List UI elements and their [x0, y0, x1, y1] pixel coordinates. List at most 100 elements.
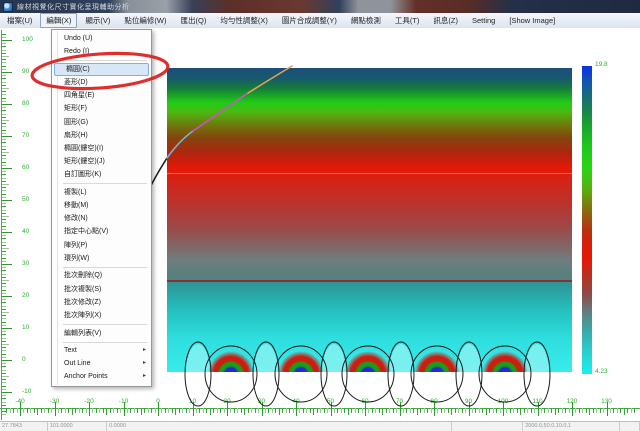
ruler-tick — [2, 306, 6, 307]
ruler-tick — [303, 408, 304, 413]
ruler-tick — [2, 216, 9, 217]
narrow-ellipse-fill — [322, 344, 346, 372]
menubar-item[interactable]: 檔案(U) — [1, 13, 38, 28]
menu-item[interactable]: Anchor Points▸ — [53, 370, 150, 383]
menubar-item[interactable]: Setting — [466, 14, 501, 27]
menu-item[interactable]: 橢圓(C) — [54, 63, 149, 76]
ruler-tick — [2, 75, 6, 76]
narrow-ellipse-fill — [525, 344, 549, 372]
ruler-label: 20 — [223, 398, 230, 405]
menu-item[interactable]: 批次刪除(Q) — [53, 269, 150, 282]
menu-item[interactable]: 扇形(H) — [53, 129, 150, 142]
menu-item[interactable]: 移動(M) — [53, 199, 150, 212]
menubar-item[interactable]: 顯示(V) — [79, 13, 116, 28]
menu-item-label: 自訂圖形(K) — [64, 171, 101, 178]
menu-item-label: 橢圓(鏤空)(I) — [64, 145, 103, 152]
menu-item[interactable]: Redo (I) — [53, 45, 150, 58]
menu-item[interactable]: 自訂圖形(K) — [53, 168, 150, 181]
menu-item[interactable]: 批次修改(Z) — [53, 296, 150, 309]
menu-item[interactable]: 橢圓(鏤空)(I) — [53, 142, 150, 155]
ruler-label: 90 — [22, 68, 29, 75]
ruler-tick — [44, 408, 45, 413]
ruler-tick — [2, 318, 6, 319]
menubar-item[interactable]: 網點檢測 — [345, 13, 387, 28]
menubar-item[interactable]: 點位編修(W) — [118, 13, 172, 28]
ruler-tick — [13, 408, 14, 413]
ruler-tick — [165, 408, 166, 413]
ruler-tick — [2, 309, 6, 310]
menu-item[interactable]: 批次複製(S) — [53, 283, 150, 296]
ruler-tick — [2, 280, 9, 281]
ruler-tick — [489, 408, 490, 413]
ruler-tick — [2, 162, 6, 163]
ruler-tick — [2, 334, 6, 335]
colorbar-max-label: 19.8 — [595, 61, 608, 68]
menu-item[interactable]: 複製(L) — [53, 186, 150, 199]
ruler-label: 40 — [292, 398, 299, 405]
ruler-tick — [282, 408, 283, 413]
narrow-ellipse-fill — [389, 344, 413, 372]
ruler-tick — [562, 408, 563, 413]
menubar-item[interactable]: 編輯(X) — [40, 13, 77, 28]
ruler-tick — [2, 120, 9, 121]
menu-item[interactable]: 圓形(G) — [53, 116, 150, 129]
ruler-tick — [2, 194, 6, 195]
ruler-tick — [2, 251, 6, 252]
menubar-item[interactable]: 工具(T) — [389, 13, 426, 28]
ruler-tick — [569, 408, 570, 413]
ruler-tick — [17, 408, 18, 413]
menu-item[interactable]: 修改(N) — [53, 212, 150, 225]
menu-item[interactable]: 指定中心點(V) — [53, 225, 150, 238]
ruler-tick — [272, 408, 273, 413]
menubar-item[interactable]: 匯出(Q) — [175, 13, 213, 28]
ruler-tick — [2, 277, 6, 278]
ruler-tick — [531, 408, 532, 413]
ruler-tick — [2, 40, 12, 41]
menu-separator — [63, 183, 147, 184]
ruler-tick — [524, 408, 525, 413]
menu-item[interactable]: 批次陣列(X) — [53, 309, 150, 322]
ruler-tick — [2, 178, 6, 179]
menubar-item[interactable]: 圖片合成調整(Y) — [276, 13, 343, 28]
ruler-tick — [2, 117, 6, 118]
submenu-arrow-icon: ▸ — [143, 357, 146, 370]
heatmap-canvas[interactable] — [167, 68, 572, 372]
ruler-tick — [555, 408, 556, 415]
ruler-label: 80 — [22, 100, 29, 107]
ruler-tick — [372, 408, 373, 413]
ruler-tick — [2, 357, 6, 358]
menu-item[interactable]: 環列(W) — [53, 252, 150, 265]
ruler-tick — [2, 110, 6, 111]
ruler-tick — [427, 408, 428, 413]
ruler-tick — [327, 408, 328, 413]
ruler-tick — [600, 408, 601, 413]
ruler-tick — [2, 354, 6, 355]
menu-item[interactable]: 矩形(鏤空)(J) — [53, 155, 150, 168]
menu-item[interactable]: 四角星(E) — [53, 89, 150, 102]
ruler-tick — [2, 229, 6, 230]
menu-item-label: 矩形(鏤空)(J) — [64, 158, 105, 165]
menu-item[interactable]: 矩形(F) — [53, 102, 150, 115]
menu-item-label: 陣列(P) — [64, 242, 87, 249]
ruler-label: 90 — [465, 398, 472, 405]
menubar-item[interactable]: [Show Image] — [503, 14, 561, 27]
ruler-tick — [510, 408, 511, 413]
ruler-tick — [279, 408, 280, 415]
menubar-item[interactable]: 均勻性調整(X) — [214, 13, 274, 28]
menu-item[interactable]: Undo (U) — [53, 32, 150, 45]
ruler-tick — [2, 114, 6, 115]
ruler-tick — [120, 408, 121, 413]
menu-item[interactable]: 陣列(P) — [53, 239, 150, 252]
menu-item[interactable]: 菱形(D) — [53, 76, 150, 89]
ruler-tick — [458, 408, 459, 413]
menubar-item[interactable]: 訊息(Z) — [427, 13, 464, 28]
ruler-tick — [593, 408, 594, 413]
menu-item[interactable]: Out Line▸ — [53, 357, 150, 370]
ruler-label: 20 — [22, 292, 29, 299]
ruler-tick — [161, 408, 162, 413]
menu-item[interactable]: Text▸ — [53, 344, 150, 357]
ruler-label: 70 — [22, 132, 29, 139]
menu-item[interactable]: 編輯列表(V) — [53, 327, 150, 340]
ruler-tick — [462, 408, 463, 413]
ruler-tick — [299, 408, 300, 413]
